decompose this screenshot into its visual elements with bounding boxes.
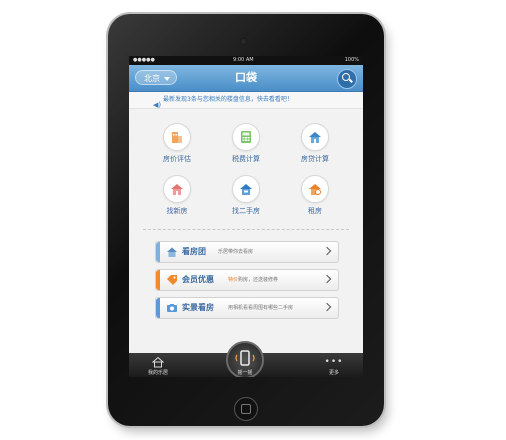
tab-label: 更多 — [328, 370, 339, 376]
row-subtitle: 用相机看看周围有哪些二手房 — [228, 305, 294, 311]
notice-banner[interactable]: ◀) 最新发现3条与您相关的楼盘信息，快去看看吧！ — [129, 92, 363, 109]
section-divider — [143, 229, 349, 230]
more-dots-icon: ••• — [324, 357, 344, 367]
tool-rent-house[interactable]: 租房 — [287, 175, 343, 216]
stage: ●●●●● 9:00 AM 100% 口袋 北京 ◀) 最新发现3条与您相关的楼… — [0, 0, 506, 440]
tag-icon — [167, 275, 177, 285]
row-title: 实景看房 — [182, 303, 214, 312]
tool-mortgage-calculator[interactable]: 房贷计算 — [287, 123, 343, 164]
tool-label: 房价评估 — [163, 155, 191, 163]
chevron-right-icon — [322, 274, 332, 284]
row-subtitle: 特价购房，还送装修券 — [228, 270, 278, 290]
camera-icon — [240, 38, 247, 45]
status-bar: ●●●●● 9:00 AM 100% — [129, 56, 363, 65]
list-item-live-view[interactable]: 实景看房 用相机看看周围有哪些二手房 — [155, 297, 339, 319]
calculator-icon — [232, 123, 260, 151]
tool-second-hand-house[interactable]: 找二手房 — [218, 175, 274, 216]
tab-my-home[interactable]: 我的乐居 — [133, 353, 183, 376]
battery-level: 100% — [344, 57, 359, 63]
tab-more[interactable]: ••• 更多 — [309, 353, 359, 376]
chevron-right-icon — [322, 302, 332, 312]
row-title: 会员优惠 — [182, 275, 214, 284]
tool-label: 税费计算 — [232, 155, 260, 163]
building-icon — [163, 123, 191, 151]
row-subtitle-highlight: 特价 — [228, 277, 239, 283]
chevron-right-icon — [322, 246, 332, 256]
city-label: 北京 — [144, 74, 160, 83]
bottom-tab-bar: 我的乐居 摇一摇 ••• 更多 — [129, 341, 363, 377]
row-subtitle-rest: 购房，还送装修券 — [238, 277, 279, 283]
tool-label: 房贷计算 — [301, 155, 329, 163]
house-loan-icon — [301, 123, 329, 151]
tool-label: 找新房 — [166, 207, 188, 215]
tool-label: 找二手房 — [232, 207, 260, 215]
status-time: 9:00 AM — [233, 57, 254, 63]
second-hand-house-icon — [232, 175, 260, 203]
new-house-icon — [163, 175, 191, 203]
row-accent — [156, 270, 160, 290]
row-accent — [156, 242, 160, 262]
rent-house-icon — [301, 175, 329, 203]
carrier-signal: ●●●●● — [133, 57, 155, 63]
tool-grid: 房价评估 税费计算 房贷计算 找新房 找二手房 租房 — [129, 109, 363, 237]
tab-label: 我的乐居 — [147, 370, 168, 376]
row-title: 看房团 — [182, 247, 206, 256]
city-selector[interactable]: 北京 — [135, 70, 177, 85]
title-bar: 口袋 北京 — [129, 65, 363, 92]
shake-label: 摇一摇 — [237, 370, 253, 376]
notice-text: 最新发现3条与您相关的楼盘信息，快去看看吧！ — [163, 96, 293, 103]
tool-label: 租房 — [308, 207, 322, 215]
tool-new-house[interactable]: 找新房 — [149, 175, 205, 216]
row-accent — [156, 298, 160, 318]
list-item-house-tour[interactable]: 看房团 乐居带你去看房 — [155, 241, 339, 263]
camera-icon — [167, 304, 177, 312]
hardware-home-button[interactable] — [234, 397, 258, 421]
row-subtitle: 乐居带你去看房 — [218, 249, 254, 255]
feature-list: 看房团 乐居带你去看房 会员优惠 特价购房，还送装修券 实景看房 用相机看看周围… — [129, 237, 363, 327]
tool-tax-calculator[interactable]: 税费计算 — [218, 123, 274, 164]
app-screen: ●●●●● 9:00 AM 100% 口袋 北京 ◀) 最新发现3条与您相关的楼… — [129, 56, 363, 377]
home-icon — [151, 356, 165, 368]
search-icon[interactable] — [337, 69, 357, 89]
tool-house-valuation[interactable]: 房价评估 — [149, 123, 205, 164]
list-item-member-discount[interactable]: 会员优惠 特价购房，还送装修券 — [155, 269, 339, 291]
house-tour-icon — [167, 247, 177, 257]
chevron-down-icon — [164, 77, 170, 81]
